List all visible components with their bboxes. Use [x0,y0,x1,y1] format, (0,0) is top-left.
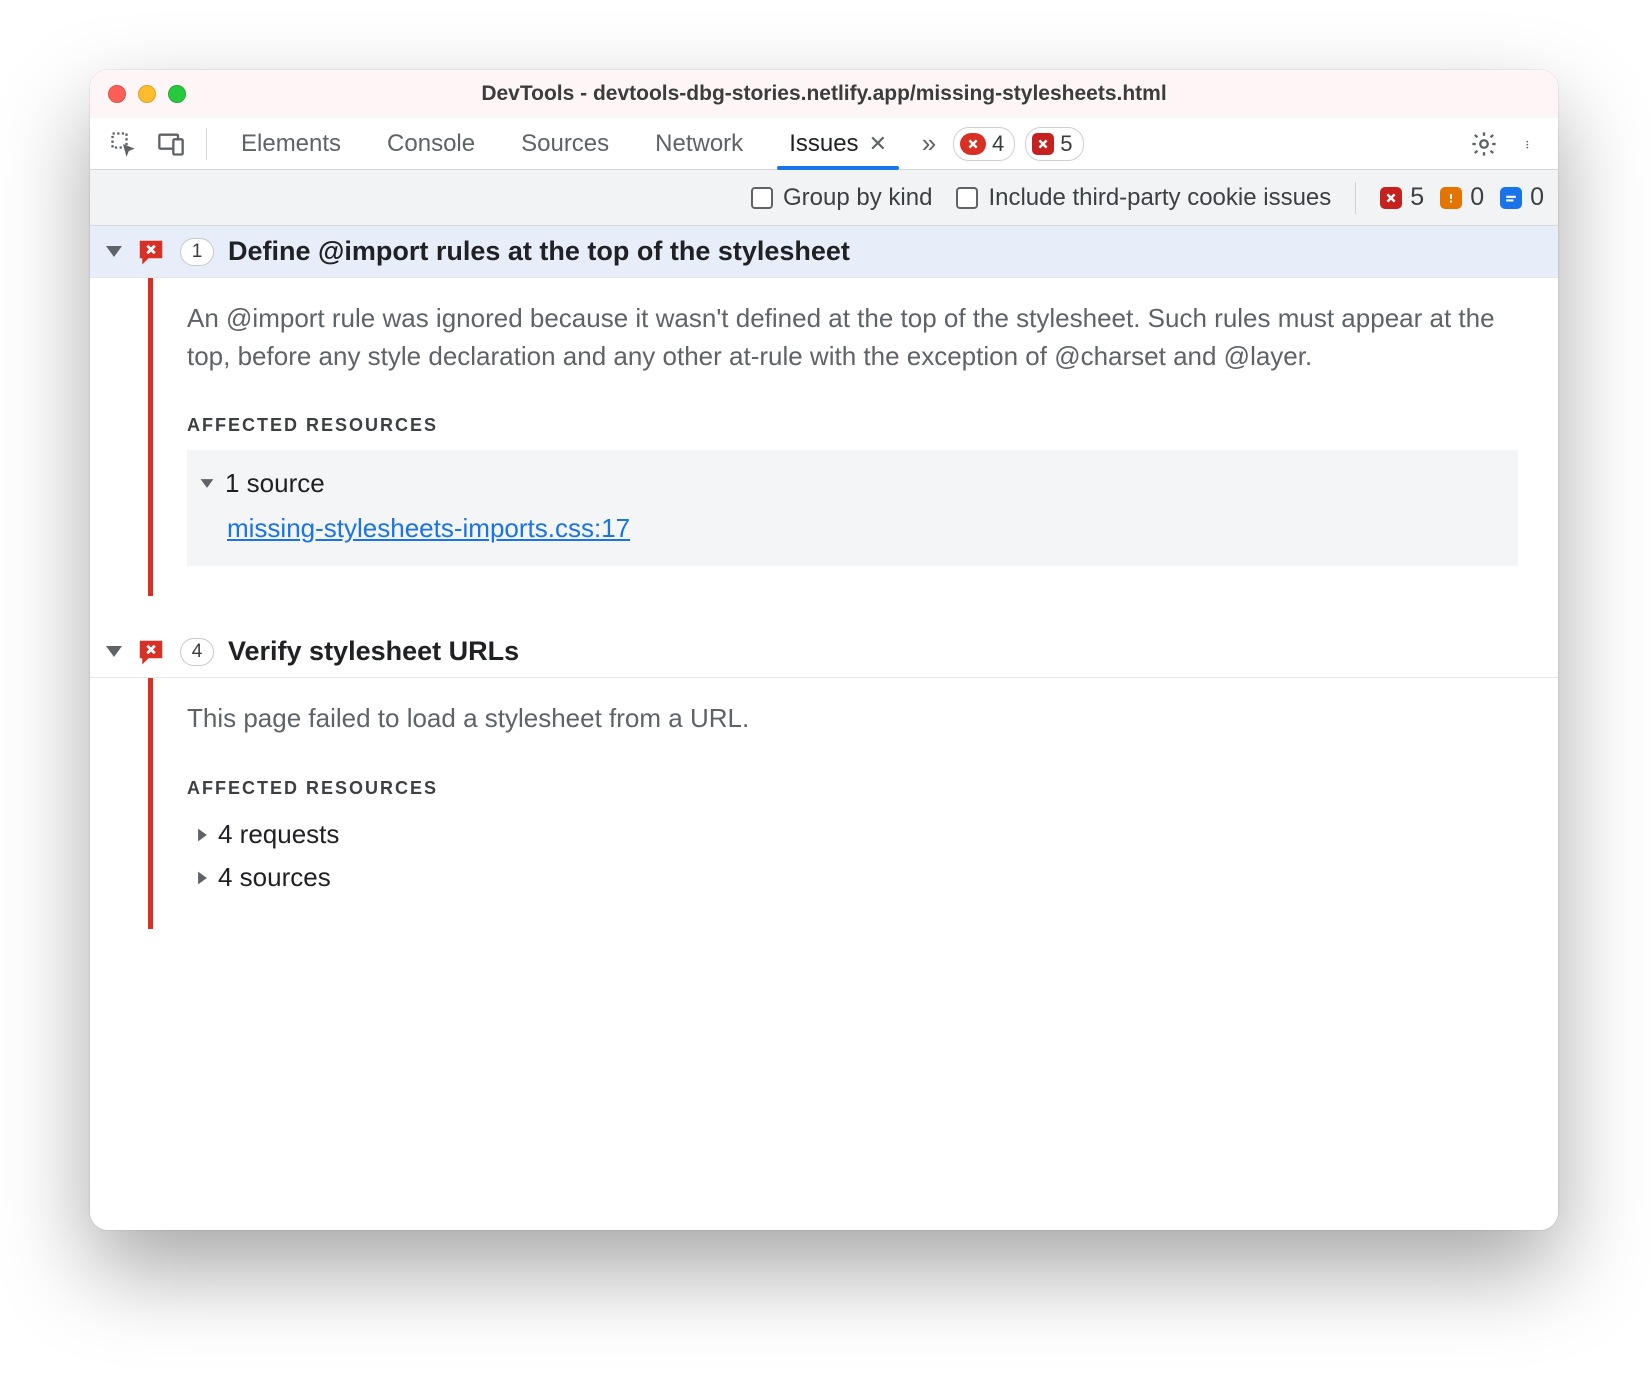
issue-count-pill: 1 [180,238,214,266]
source-group-row[interactable]: 1 source [195,464,1500,503]
error-bubble-icon [136,237,166,267]
tab-label: Issues [789,130,858,158]
issue-title: Define @import rules at the top of the s… [228,236,850,267]
affected-resources-label: AFFECTED RESOURCES [187,415,1518,436]
settings-icon[interactable] [1462,118,1506,169]
checkbox-label: Include third-party cookie issues [988,184,1331,212]
issue-body: An @import rule was ignored because it w… [148,278,1558,596]
requests-group-row[interactable]: 4 requests [197,813,1518,856]
main-toolbar: Elements Console Sources Network Issues … [90,118,1558,170]
affected-resources-box: 1 source missing-stylesheets-imports.css… [187,450,1518,566]
issues-panel: 1 Define @import rules at the top of the… [90,226,1558,1230]
tab-label: Console [387,130,475,158]
expand-icon [198,828,207,841]
info-count-group[interactable]: 0 [1500,183,1544,212]
window-titlebar: DevTools - devtools-dbg-stories.netlify.… [90,70,1558,118]
window-title: DevTools - devtools-dbg-stories.netlify.… [90,82,1558,106]
issue-header[interactable]: 1 Define @import rules at the top of the… [90,226,1558,278]
issue-title: Verify stylesheet URLs [228,636,519,667]
issue-body: This page failed to load a stylesheet fr… [148,678,1558,929]
page-error-count-badge[interactable]: 5 [1025,127,1083,161]
kebab-menu-icon[interactable] [1508,118,1552,169]
close-tab-icon[interactable]: ✕ [869,131,887,157]
tab-network[interactable]: Network [633,118,765,169]
traffic-lights [108,85,186,103]
error-count-group[interactable]: 5 [1380,183,1424,212]
affected-resources-label: AFFECTED RESOURCES [187,778,1518,799]
error-bubble-icon [136,637,166,667]
issue-description: This page failed to load a stylesheet fr… [187,700,1518,738]
count-value: 5 [1410,183,1424,212]
close-window-button[interactable] [108,85,126,103]
zoom-window-button[interactable] [168,85,186,103]
issues-toolbar: Group by kind Include third-party cookie… [90,170,1558,226]
inspect-element-icon[interactable] [100,118,146,169]
tab-sources[interactable]: Sources [499,118,631,169]
source-link[interactable]: missing-stylesheets-imports.css:17 [227,513,630,544]
error-icon [1380,187,1402,209]
checkbox-icon [751,187,773,209]
devtools-window: DevTools - devtools-dbg-stories.netlify.… [90,70,1558,1230]
checkbox-icon [956,187,978,209]
divider [206,128,207,160]
page-error-count: 5 [1060,131,1072,157]
error-icon [960,133,986,155]
count-value: 0 [1470,183,1484,212]
page-error-icon [1032,133,1054,155]
expand-icon [106,246,122,257]
affected-resources-list: 4 requests 4 sources [187,813,1518,899]
requests-group-label: 4 requests [218,819,339,850]
tab-label: Network [655,130,743,158]
tab-elements[interactable]: Elements [219,118,363,169]
info-icon [1500,187,1522,209]
issue-counts: 5 0 0 [1380,183,1544,212]
device-toolbar-icon[interactable] [148,118,194,169]
tab-label: Sources [521,130,609,158]
tab-label: Elements [241,130,341,158]
divider [1355,182,1356,214]
include-third-party-checkbox[interactable]: Include third-party cookie issues [956,184,1331,212]
tab-console[interactable]: Console [365,118,497,169]
sources-group-label: 4 sources [218,862,331,893]
issue-description: An @import rule was ignored because it w… [187,300,1518,375]
count-value: 0 [1530,183,1544,212]
source-group-label: 1 source [225,468,325,499]
minimize-window-button[interactable] [138,85,156,103]
group-by-kind-checkbox[interactable]: Group by kind [751,184,932,212]
tab-issues[interactable]: Issues ✕ [767,118,909,169]
sources-group-row[interactable]: 4 sources [197,856,1518,899]
expand-icon [201,479,214,488]
warning-count-group[interactable]: 0 [1440,183,1484,212]
expand-icon [106,646,122,657]
error-count-badge[interactable]: 4 [953,127,1015,161]
issue-header[interactable]: 4 Verify stylesheet URLs [90,626,1558,678]
error-count: 4 [992,131,1004,157]
issue-count-pill: 4 [180,638,214,666]
expand-icon [198,871,207,884]
more-tabs-icon[interactable]: » [911,118,947,169]
warning-icon [1440,187,1462,209]
checkbox-label: Group by kind [783,184,932,212]
